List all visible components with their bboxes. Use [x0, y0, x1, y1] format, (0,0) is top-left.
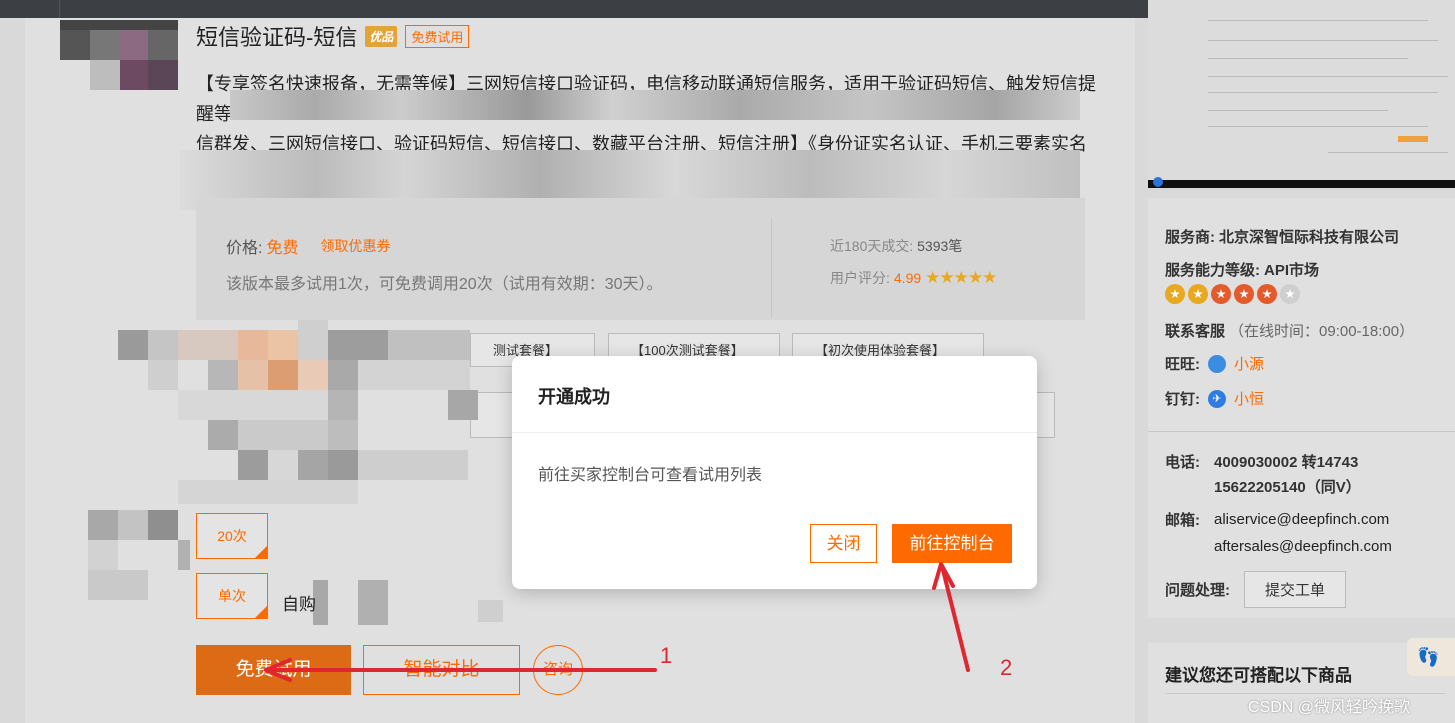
selected-corner-icon	[254, 605, 268, 619]
dialog-title: 开通成功	[538, 387, 610, 407]
email-row: 邮箱: aliservice@deepfinch.com	[1165, 509, 1389, 530]
rating-stat: 用户评分: 4.99 ★★★★★	[830, 268, 997, 288]
crown-icon	[1257, 284, 1277, 304]
wangwang-label: 旺旺:	[1165, 356, 1200, 373]
sales-label: 近180天成交:	[830, 238, 914, 254]
preview-taskbar	[1148, 180, 1455, 188]
email-2[interactable]: aftersales@deepfinch.com	[1214, 538, 1392, 555]
phone-1: 4009030002 转14743	[1214, 454, 1359, 471]
sales-value: 5393笔	[917, 238, 963, 254]
phone-row: 电话: 4009030002 转14743	[1165, 451, 1358, 472]
cs-hours: （在线时间：09:00-18:00）	[1229, 323, 1415, 340]
product-desc-line2: 醒等	[196, 104, 232, 124]
redacted-region	[230, 90, 1080, 120]
provider-row: 服务商: 北京深智恒际科技有限公司	[1165, 226, 1399, 247]
email-row-2: aftersales@deepfinch.com	[1214, 538, 1392, 555]
self-buy-label: 自购	[282, 595, 316, 614]
crown-icon	[1211, 284, 1231, 304]
wangwang-row: 旺旺: 小源	[1165, 353, 1264, 374]
price-line: 价格: 免费 领取优惠券	[226, 234, 390, 258]
dingding-row: 钉钉: ✈ 小恒	[1165, 388, 1264, 409]
product-preview-image	[1148, 0, 1455, 188]
wangwang-icon[interactable]	[1208, 354, 1226, 373]
annotation-label-1: 1	[660, 643, 673, 668]
cs-label: 联系客服	[1165, 323, 1226, 340]
product-title: 短信验证码-短信	[196, 25, 358, 50]
provider-label: 服务商:	[1165, 229, 1215, 246]
quantity-option-single[interactable]: 单次	[196, 573, 268, 619]
price-panel: 价格: 免费 领取优惠券 该版本最多试用1次，可免费调用20次（试用有效期：30…	[196, 198, 1085, 320]
quantity-option-20[interactable]: 20次	[196, 513, 268, 559]
level-label: 服务能力等级:	[1165, 262, 1260, 279]
issue-row: 问题处理: 提交工单	[1165, 571, 1347, 608]
sales-stat: 近180天成交: 5393笔	[830, 236, 962, 256]
rating-value: 4.99	[893, 270, 922, 286]
footprint-icon[interactable]: 👣	[1407, 638, 1455, 676]
wangwang-link[interactable]: 小源	[1234, 353, 1264, 374]
email-label: 邮箱:	[1165, 512, 1200, 529]
browser-tab[interactable]	[0, 0, 60, 18]
free-trial-button[interactable]: 免费试用	[196, 645, 351, 695]
divider	[771, 218, 772, 318]
price-value: 免费	[266, 240, 299, 257]
service-level-crowns	[1165, 284, 1300, 304]
annotation-label-2: 2	[1000, 655, 1013, 680]
email-1[interactable]: aliservice@deepfinch.com	[1214, 511, 1389, 528]
provider-value[interactable]: 北京深智恒际科技有限公司	[1219, 226, 1399, 247]
level-row: 服务能力等级: API市场	[1165, 259, 1319, 280]
dialog-message: 前往买家控制台可查看试用列表	[538, 467, 763, 484]
dingding-icon[interactable]: ✈	[1208, 389, 1226, 408]
recommend-title: 建议您还可搭配以下商品	[1165, 666, 1352, 685]
crown-icon	[1280, 284, 1300, 304]
divider	[512, 432, 1037, 433]
coupon-link[interactable]: 领取优惠券	[320, 236, 390, 256]
crown-icon	[1165, 284, 1185, 304]
quality-badge: 优品	[365, 25, 398, 47]
watermark: CSDN @微风轻吟挽歌	[1248, 699, 1411, 716]
customer-service-row: 联系客服 （在线时间：09:00-18:00）	[1165, 320, 1414, 341]
crown-icon	[1188, 284, 1208, 304]
product-title-row: 短信验证码-短信 优品 免费试用	[196, 20, 470, 52]
level-value: API市场	[1264, 262, 1320, 279]
submit-ticket-button[interactable]: 提交工单	[1244, 571, 1347, 608]
chip-label: 单次	[218, 588, 246, 604]
crown-icon	[1234, 284, 1254, 304]
dialog-close-button[interactable]: 关闭	[810, 524, 877, 563]
divider	[1148, 431, 1455, 432]
preview-logo-icon	[1153, 177, 1163, 187]
dingding-label: 钉钉:	[1165, 391, 1200, 408]
chip-label: 20次	[217, 528, 247, 544]
rating-stars-icon: ★★★★★	[925, 268, 997, 287]
phone-label: 电话:	[1165, 454, 1200, 471]
price-label: 价格:	[226, 240, 263, 257]
seller-card: 服务商: 北京深智恒际科技有限公司 服务能力等级: API市场 联系客服 （在线…	[1148, 198, 1455, 618]
free-trial-badge: 免费试用	[405, 24, 470, 48]
phone-row-2: 15622205140（同V）	[1214, 476, 1361, 497]
rating-label: 用户评分:	[830, 270, 890, 286]
success-dialog: 开通成功 前往买家控制台可查看试用列表 关闭 前往控制台	[512, 356, 1037, 589]
product-thumbnail	[60, 20, 178, 90]
issue-label: 问题处理:	[1165, 582, 1230, 599]
trial-note: 该版本最多试用1次，可免费调用20次（试用有效期：30天）。	[226, 276, 663, 293]
go-console-button[interactable]: 前往控制台	[892, 524, 1012, 563]
consult-button[interactable]: 咨询	[533, 645, 583, 695]
smart-compare-button[interactable]: 智能对比	[363, 645, 520, 695]
selected-corner-icon	[254, 545, 268, 559]
phone-2: 15622205140（同V）	[1214, 479, 1361, 496]
dingding-link[interactable]: 小恒	[1234, 388, 1264, 409]
